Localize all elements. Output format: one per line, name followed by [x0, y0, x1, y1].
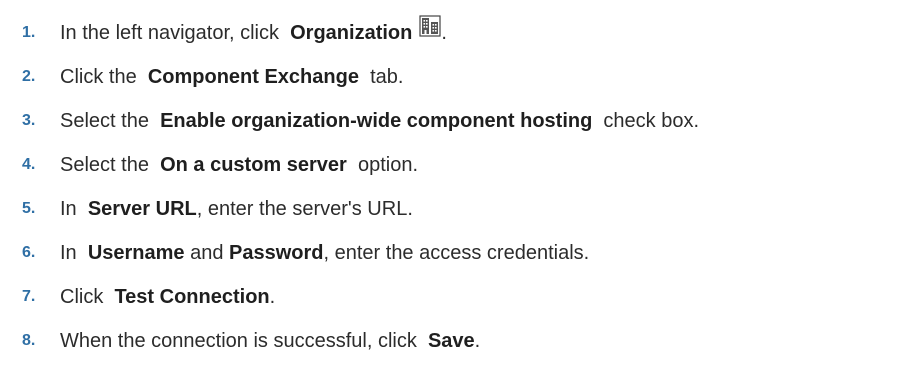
step-number: 8.: [22, 332, 36, 349]
step-number: 6.: [22, 244, 36, 261]
ui-term-test-connection: Test Connection: [114, 285, 270, 308]
building-icon: [419, 15, 441, 43]
ui-term-custom-server: On a custom server: [160, 153, 347, 176]
step-text: In Server URL, enter the server's URL.: [60, 197, 413, 220]
ui-term-component-exchange: Component Exchange: [147, 65, 359, 88]
step-number: 7.: [22, 288, 36, 305]
step-number: 1.: [22, 24, 36, 41]
step-text: Select the Enable organization-wide comp…: [60, 109, 700, 132]
step-number: 3.: [22, 112, 36, 129]
ui-term-password: Password: [229, 241, 324, 264]
step-text: In the left navigator, click Organizatio…: [60, 15, 447, 47]
ui-term-username: Username: [87, 241, 185, 264]
step-number: 5.: [22, 200, 36, 217]
step-text: In Username and Password, enter the acce…: [60, 241, 590, 264]
ui-term-server-url: Server URL: [87, 197, 197, 220]
step-text: Click Test Connection.: [60, 285, 276, 308]
step-text: Click the Component Exchange tab.: [60, 65, 404, 88]
step-number: 4.: [22, 156, 36, 173]
ui-term-enable-hosting: Enable organization-wide component hosti…: [160, 109, 593, 132]
ui-term-save: Save: [427, 329, 475, 352]
step-number: 2.: [22, 68, 36, 85]
step-text: Select the On a custom server option.: [60, 153, 418, 176]
ui-term-organization: Organization: [290, 21, 413, 44]
step-text: When the connection is successful, click…: [60, 329, 481, 352]
